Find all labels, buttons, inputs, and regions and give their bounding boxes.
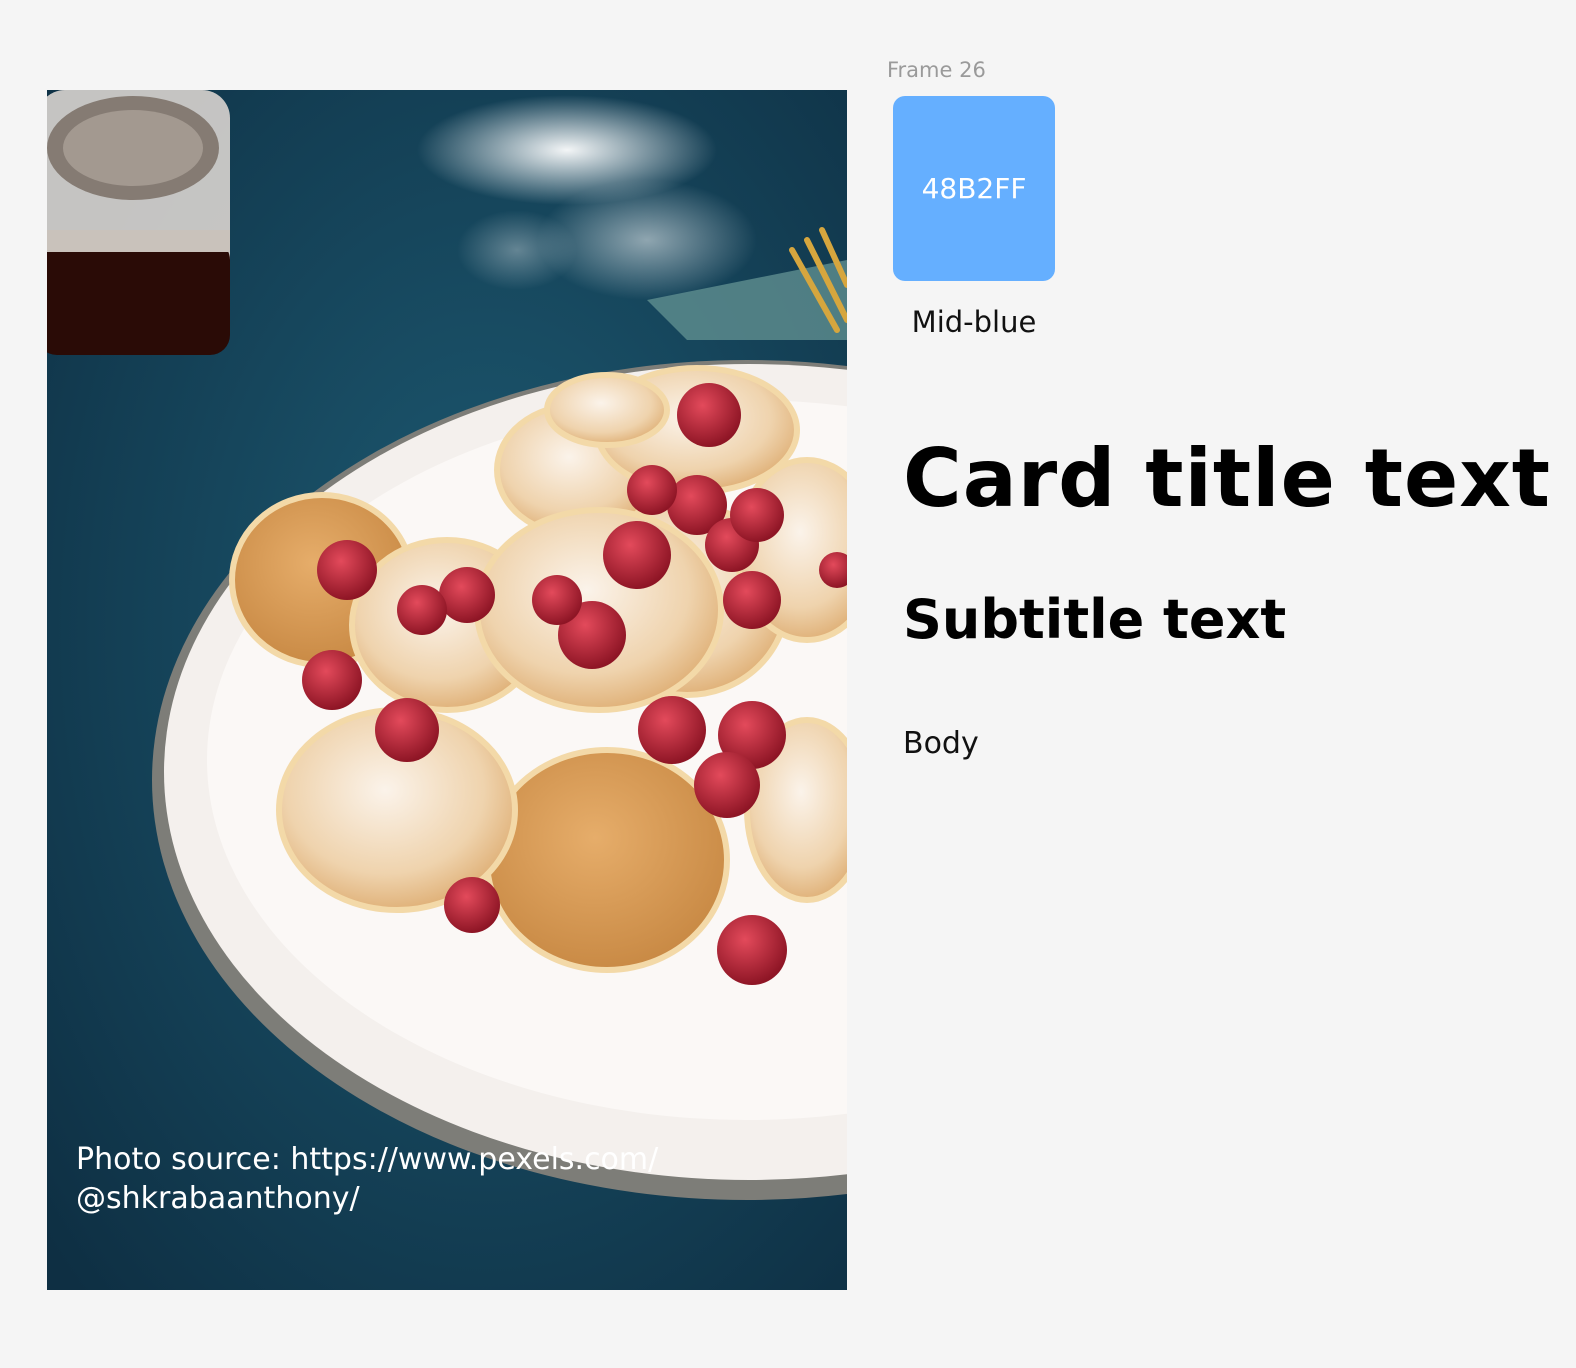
design-canvas: Photo source: https://www.pexels.com/ @s… — [0, 0, 1576, 1368]
subtitle: Subtitle text — [903, 588, 1287, 651]
body-text: Body — [903, 726, 979, 761]
card-title: Card title text — [903, 432, 1552, 525]
frame-label[interactable]: Frame 26 — [887, 58, 986, 82]
coffee-glass — [47, 90, 230, 355]
color-swatch[interactable]: 48B2FF — [893, 96, 1055, 281]
photo-credit: Photo source: https://www.pexels.com/ @s… — [76, 1142, 659, 1216]
pancakes-illustration — [47, 90, 847, 1290]
swatch-hex-label: 48B2FF — [921, 172, 1027, 205]
food-photo[interactable]: Photo source: https://www.pexels.com/ @s… — [47, 90, 847, 1290]
swatch-name: Mid-blue — [911, 305, 1037, 339]
